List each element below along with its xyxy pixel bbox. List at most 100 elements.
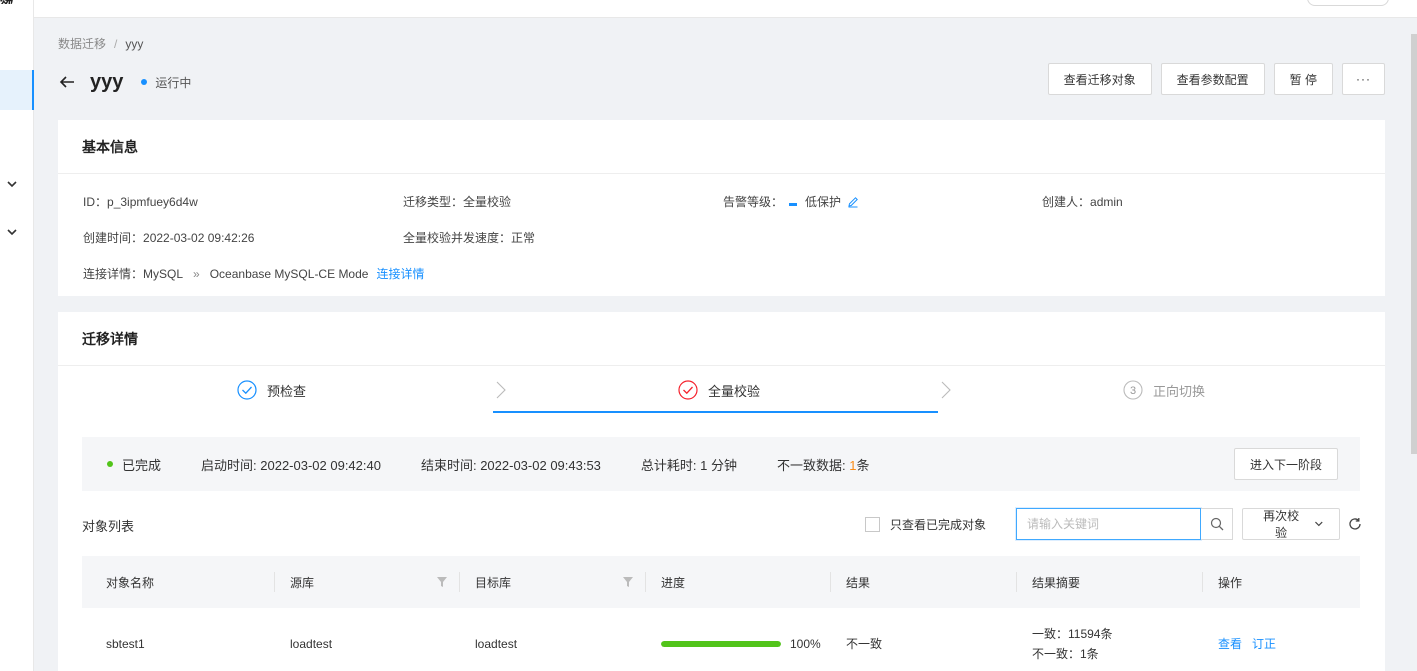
chevron-down-icon xyxy=(1315,521,1323,527)
target-db: loadtest xyxy=(459,608,645,671)
duration-label: 总计耗时: xyxy=(640,457,701,473)
object-list-title: 对象列表 xyxy=(82,519,135,534)
column-divider xyxy=(1202,572,1203,592)
page-title: yyy xyxy=(90,70,124,93)
recheck-button[interactable]: 再次校验 xyxy=(1242,508,1340,540)
creator-label: 创建人： xyxy=(1042,195,1091,209)
refresh-icon[interactable] xyxy=(1348,517,1362,531)
only-done-label: 只查看已完成对象 xyxy=(890,518,987,532)
summary-inconsistent: 不一致：1条 xyxy=(1032,646,1099,661)
scrollbar[interactable] xyxy=(1411,34,1417,454)
check-circle-icon xyxy=(678,380,698,400)
start-time: 启动时间: 2022-03-02 09:42:40 xyxy=(201,455,381,474)
top-bar xyxy=(34,0,1417,18)
sidebar-item-active[interactable] xyxy=(0,70,34,110)
conn-label: 连接详情： xyxy=(83,267,144,281)
breadcrumb-separator: / xyxy=(114,37,118,51)
view-link[interactable]: 查看 xyxy=(1218,637,1242,651)
filter-icon[interactable] xyxy=(437,576,447,587)
end-time: 结束时间: 2022-03-02 09:43:53 xyxy=(421,455,601,474)
stage-summary: 已完成 启动时间: 2022-03-02 09:42:40 结束时间: 2022… xyxy=(82,437,1360,491)
object-table: 对象名称 源库 目标库 进度 结果 结果摘要 操作 sbtest1 loadte… xyxy=(82,556,1360,671)
created-label: 创建时间： xyxy=(83,231,144,245)
breadcrumb-root[interactable]: 数据迁移 xyxy=(58,37,106,51)
info-connection: 连接详情： MySQL » Oceanbase MySQL-CE Mode 连接… xyxy=(83,265,424,282)
step-precheck[interactable]: 预检查 xyxy=(237,366,306,414)
creator-value: admin xyxy=(1090,194,1123,209)
step-label: 正向切换 xyxy=(1153,383,1206,399)
start-time-value: 2022-03-02 09:42:40 xyxy=(260,457,381,473)
column-header: 对象名称 xyxy=(82,556,274,608)
chevron-down-icon[interactable] xyxy=(6,178,18,190)
search-input[interactable] xyxy=(1016,508,1201,540)
basic-info-card: 基本信息 ID： p_3ipmfuey6d4w 迁移类型： 全量校验 告警等级： 低… xyxy=(58,120,1385,296)
diff-count: 不一致数据: 1条 xyxy=(777,455,869,474)
column-header: 操作 xyxy=(1202,556,1360,608)
filter-icon[interactable] xyxy=(623,576,633,587)
progress-bar xyxy=(661,640,781,647)
step-label: 全量校验 xyxy=(708,383,761,399)
id-label: ID： xyxy=(83,195,108,209)
start-time-label: 启动时间: xyxy=(201,457,261,473)
edit-icon[interactable] xyxy=(847,196,859,208)
only-done-checkbox[interactable] xyxy=(865,517,880,532)
column-header-label: 操作 xyxy=(1218,575,1243,590)
duration-value: 1 分钟 xyxy=(700,457,737,473)
steps-bar: 预检查 全量校验 3 正向切换 xyxy=(58,366,1385,414)
column-header-label: 进度 xyxy=(661,575,686,590)
column-divider xyxy=(1016,572,1017,592)
more-button[interactable]: ··· xyxy=(1342,63,1385,95)
source-db: loadtest xyxy=(274,608,459,671)
only-done-checkbox-group[interactable]: 只查看已完成对象 xyxy=(865,516,986,533)
view-objects-button[interactable]: 查看迁移对象 xyxy=(1047,63,1152,95)
sidebar-active-indicator xyxy=(32,70,34,110)
progress-fill xyxy=(661,640,781,647)
search-group xyxy=(1016,508,1233,540)
check-circle-icon xyxy=(237,380,257,400)
info-alarm: 告警等级： 低保护 xyxy=(723,193,859,210)
end-time-label: 结束时间: xyxy=(420,457,481,473)
diff-unit: 条 xyxy=(856,457,870,473)
alarm-value: 低保护 xyxy=(805,195,842,209)
info-created: 创建时间： 2022-03-02 09:42:26 xyxy=(83,229,254,246)
column-header: 目标库 xyxy=(459,556,645,608)
column-header: 进度 xyxy=(645,556,830,608)
alarm-level-icon xyxy=(789,198,798,206)
top-bar-button[interactable] xyxy=(1307,0,1389,6)
fix-link[interactable]: 订正 xyxy=(1252,637,1276,651)
pause-button[interactable]: 暂 停 xyxy=(1273,63,1333,95)
back-arrow-icon[interactable] xyxy=(58,73,76,91)
progress: 100% xyxy=(661,637,830,651)
diff-label: 不一致数据: xyxy=(777,457,850,473)
page-header: yyy 运行中 xyxy=(58,70,191,94)
search-icon[interactable] xyxy=(1201,508,1233,540)
result-cell: 不一致 xyxy=(830,608,1016,671)
status-dot xyxy=(141,79,148,85)
step-switch[interactable]: 3 正向切换 xyxy=(1123,366,1205,414)
speed-value: 正常 xyxy=(511,231,536,245)
type-label: 迁移类型： xyxy=(403,195,464,209)
speed-label: 全量校验并发速度： xyxy=(403,231,512,245)
column-header-label: 结果 xyxy=(846,575,871,590)
info-id: ID： p_3ipmfuey6d4w xyxy=(83,193,198,210)
result-summary-cell: 一致：11594条 不一致：1条 xyxy=(1016,608,1202,671)
alarm-label: 告警等级： xyxy=(723,195,784,209)
chevron-down-icon[interactable] xyxy=(6,226,18,238)
breadcrumb: 数据迁移 / yyy xyxy=(58,35,143,52)
column-header: 结果摘要 xyxy=(1016,556,1202,608)
next-stage-button[interactable]: 进入下一阶段 xyxy=(1233,448,1338,480)
step-number-circle: 3 xyxy=(1123,380,1143,400)
connection-details-link[interactable]: 连接详情 xyxy=(376,265,424,282)
table-header-row: 对象名称 源库 目标库 进度 结果 结果摘要 操作 xyxy=(82,556,1360,608)
view-params-button[interactable]: 查看参数配置 xyxy=(1160,63,1265,95)
header-actions: 查看迁移对象 查看参数配置 暂 停 ··· xyxy=(1047,63,1385,95)
active-step-underline xyxy=(493,411,938,413)
progress-percent: 100% xyxy=(790,636,821,651)
left-sidebar: 欲 xyxy=(0,0,34,671)
status-badge: 运行中 xyxy=(155,75,192,90)
column-header-label: 目标库 xyxy=(475,575,512,590)
step-full-verify[interactable]: 全量校验 xyxy=(678,366,760,414)
stage-status: 已完成 xyxy=(122,457,162,473)
duration: 总计耗时: 1 分钟 xyxy=(641,455,737,474)
logo-fragment: 欲 xyxy=(0,0,14,4)
